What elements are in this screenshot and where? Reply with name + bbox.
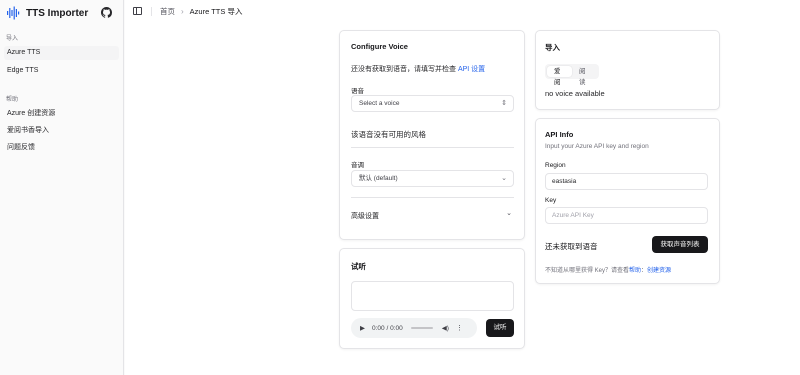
- sidebar-item-iyue-import[interactable]: 爱阅书香导入: [4, 124, 119, 138]
- top-bar: 首页 › Azure TTS 导入: [125, 0, 800, 22]
- volume-icon[interactable]: ◀): [442, 324, 449, 332]
- region-label: Region: [545, 162, 566, 169]
- audio-progress[interactable]: [410, 327, 433, 329]
- fetch-voices-button[interactable]: 获取声音列表: [652, 236, 708, 253]
- region-input[interactable]: eastasia: [545, 173, 708, 190]
- voice-select-value: Select a voice: [359, 100, 400, 107]
- divider: [151, 6, 152, 16]
- pitch-select[interactable]: 默认 (default) ⌄: [351, 170, 514, 187]
- import-tabs: 爱阅 阅读: [545, 64, 599, 86]
- import-title: 导入: [545, 43, 560, 52]
- api-help: 不知道从哪里获得 Key？请查看帮助：创建资源: [545, 265, 671, 274]
- pitch-select-value: 默认 (default): [359, 175, 398, 182]
- tab-iyue[interactable]: 爱阅: [547, 66, 572, 86]
- audio-time: 0:00 / 0:00: [372, 324, 403, 332]
- pitch-label: 音调: [351, 162, 364, 169]
- api-title: API Info: [545, 130, 574, 139]
- more-icon[interactable]: ⋮: [456, 324, 463, 332]
- preview-button[interactable]: 试听: [486, 319, 514, 337]
- voice-status-text: 还未获取到语音: [545, 242, 598, 251]
- configure-title: Configure Voice: [351, 42, 408, 51]
- api-notice-text: 还没有获取到语音，请填写并检查: [351, 66, 456, 73]
- chevron-right-icon: ›: [181, 6, 184, 16]
- configure-voice-card: Configure Voice 还没有获取到语音，请填写并检查 API 设置 语…: [339, 30, 525, 240]
- sidebar-item-azure-create[interactable]: Azure 创建资源: [4, 107, 119, 121]
- sidebar: TTS Importer 导入 Azure TTS Edge TTS 帮助 Az…: [0, 0, 124, 375]
- voice-select[interactable]: Select a voice ⇕: [351, 95, 514, 112]
- key-input[interactable]: Azure API Key: [545, 207, 708, 224]
- chevron-down-icon: ⌄: [506, 210, 512, 217]
- breadcrumb-home[interactable]: 首页: [160, 6, 175, 17]
- help-link[interactable]: 帮助: [629, 268, 641, 274]
- no-style-text: 该语音没有可用的风格: [351, 130, 426, 139]
- divider: [351, 147, 514, 148]
- api-info-card: API Info Input your Azure API key and re…: [535, 118, 720, 284]
- no-voice-text: no voice available: [545, 89, 605, 98]
- api-notice: 还没有获取到语音，请填写并检查 API 设置: [351, 64, 485, 74]
- voice-label: 语音: [351, 88, 364, 95]
- breadcrumb-current: Azure TTS 导入: [189, 6, 243, 16]
- create-resource-link[interactable]: 创建资源: [647, 268, 671, 274]
- preview-title: 试听: [351, 262, 366, 271]
- audio-player[interactable]: ▶ 0:00 / 0:00 ◀) ⋮: [351, 318, 477, 338]
- api-help-text: 不知道从哪里获得 Key？请查看: [545, 268, 630, 274]
- divider: [351, 197, 514, 198]
- sidebar-item-azure-tts[interactable]: Azure TTS: [4, 46, 119, 60]
- brand[interactable]: TTS Importer: [6, 4, 88, 22]
- sidebar-item-feedback[interactable]: 问题反馈: [4, 141, 119, 155]
- app-title: TTS Importer: [26, 7, 89, 19]
- key-label: Key: [545, 197, 557, 204]
- advanced-settings-label: 高级设置: [351, 213, 379, 220]
- main-content: Configure Voice 还没有获取到语音，请填写并检查 API 设置 语…: [125, 22, 800, 375]
- sidebar-toggle-icon[interactable]: [133, 7, 142, 15]
- import-card: 导入 爱阅 阅读 no voice available: [535, 30, 720, 110]
- preview-text-input[interactable]: [351, 281, 514, 311]
- preview-card: 试听 ▶ 0:00 / 0:00 ◀) ⋮ 试听: [339, 248, 525, 349]
- play-icon[interactable]: ▶: [360, 324, 365, 332]
- waveform-logo-icon: [6, 5, 22, 21]
- api-subtitle: Input your Azure API key and region: [545, 143, 649, 150]
- sidebar-group-help: 帮助: [6, 97, 19, 103]
- chevron-down-icon: ⌄: [501, 175, 507, 182]
- chevron-up-down-icon: ⇕: [501, 100, 507, 107]
- sidebar-group-import: 导入: [6, 36, 19, 42]
- api-settings-link[interactable]: API 设置: [458, 66, 485, 73]
- github-icon[interactable]: [101, 7, 113, 18]
- sidebar-item-edge-tts[interactable]: Edge TTS: [4, 64, 119, 78]
- advanced-settings-toggle[interactable]: 高级设置 ⌄: [351, 209, 514, 221]
- tab-yuedu[interactable]: 阅读: [572, 66, 597, 86]
